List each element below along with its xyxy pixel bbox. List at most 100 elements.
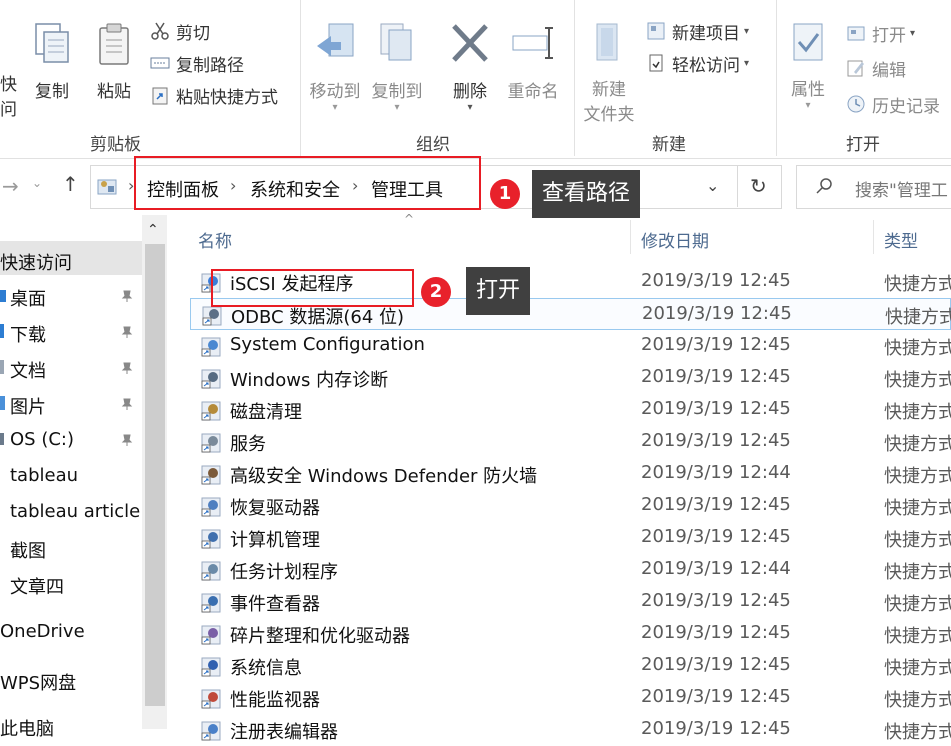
copy-path-button[interactable]: 复制路径 — [150, 49, 244, 77]
sidebar-item-pictures[interactable]: 图片 — [10, 393, 46, 419]
file-row[interactable]: System Configuration 2019/3/19 12:45 快捷方式 — [190, 330, 951, 362]
sidebar-item-tableau[interactable]: tableau — [10, 465, 78, 486]
file-row[interactable]: 性能监视器 2019/3/19 12:45 快捷方式 — [190, 682, 951, 714]
new-group-label: 新建 — [652, 135, 686, 155]
file-type: 快捷方式 — [884, 594, 951, 615]
properties-button[interactable]: 属性 ▾ — [784, 20, 832, 111]
file-row[interactable]: 磁盘清理 2019/3/19 12:45 快捷方式 — [190, 394, 951, 426]
ribbon-separator — [776, 0, 777, 156]
step-2-callout: 打开 — [466, 267, 531, 315]
copy-path-label: 复制路径 — [176, 55, 244, 76]
history-label: 历史记录 — [872, 96, 940, 117]
search-icon — [816, 178, 832, 194]
file-type: 快捷方式 — [884, 722, 951, 743]
ribbon-separator — [574, 0, 575, 156]
step-1-badge: 1 — [490, 179, 520, 209]
history-button[interactable]: 历史记录 — [846, 90, 940, 118]
file-name: 高级安全 Windows Defender 防火墙 — [230, 466, 538, 487]
file-row[interactable]: 服务 2019/3/19 12:45 快捷方式 — [190, 426, 951, 458]
file-name: 磁盘清理 — [230, 402, 302, 423]
file-type: 快捷方式 — [884, 402, 951, 423]
file-date: 2019/3/19 12:45 — [641, 622, 791, 643]
open-icon — [847, 26, 865, 41]
properties-label: 属性 — [791, 80, 825, 100]
file-date: 2019/3/19 12:45 — [641, 270, 791, 291]
file-name: Windows 内存诊断 — [230, 370, 389, 391]
column-separator[interactable] — [873, 220, 874, 254]
file-type: 快捷方式 — [884, 530, 951, 551]
file-type: 快捷方式 — [884, 498, 951, 519]
sidebar-item-desktop[interactable]: 桌面 — [10, 285, 46, 311]
new-item-button[interactable]: 新建项目 ▾ — [646, 17, 749, 45]
sidebar-item-os-drive[interactable]: OS (C:) — [10, 429, 74, 450]
rename-button[interactable]: 重命名 — [502, 20, 564, 102]
move-to-button[interactable]: 移动到 ▾ — [306, 20, 364, 113]
copy-to-button[interactable]: 复制到 ▾ — [368, 20, 426, 113]
sidebar-item-this-pc[interactable]: 此电脑 — [0, 715, 54, 741]
column-header-name[interactable]: 名称 — [198, 227, 232, 252]
cut-button[interactable]: 剪切 — [150, 17, 210, 45]
paste-button[interactable]: 粘贴 — [92, 22, 136, 102]
rename-icon — [512, 27, 553, 59]
shortcut-icon — [201, 465, 221, 485]
easy-access-button[interactable]: 轻松访问 ▾ — [646, 49, 749, 77]
sidebar-item-documents[interactable]: 文档 — [10, 357, 46, 383]
shortcut-icon — [201, 561, 221, 581]
file-name: 碎片整理和优化驱动器 — [230, 626, 410, 647]
scroll-up-arrow-icon[interactable]: ⌃ — [147, 222, 159, 238]
paste-shortcut-label: 粘贴快捷方式 — [176, 87, 278, 108]
file-row[interactable]: 注册表编辑器 2019/3/19 12:45 快捷方式 — [190, 714, 951, 746]
column-header-type[interactable]: 类型 — [884, 227, 918, 252]
refresh-icon[interactable]: ↻ — [750, 174, 767, 198]
file-row[interactable]: 任务计划程序 2019/3/19 12:44 快捷方式 — [190, 554, 951, 586]
forward-arrow-icon[interactable]: → — [2, 174, 19, 198]
file-type: 快捷方式 — [884, 658, 951, 679]
pin-icon — [121, 362, 133, 374]
sidebar-item-quick-access[interactable]: 快速访问 — [0, 249, 72, 275]
sidebar-item-tableau-article[interactable]: tableau article — [10, 501, 140, 522]
recent-locations-chevron-icon[interactable]: ⌄ — [32, 176, 42, 190]
up-arrow-icon[interactable]: ↑ — [62, 172, 79, 196]
open-button[interactable]: 打开 ▾ — [846, 19, 915, 47]
pin-icon — [121, 290, 133, 302]
file-row[interactable]: 系统信息 2019/3/19 12:45 快捷方式 — [190, 650, 951, 682]
scissors-icon — [151, 22, 169, 40]
file-row[interactable]: 计算机管理 2019/3/19 12:45 快捷方式 — [190, 522, 951, 554]
ribbon: 快 问 复制 粘贴 剪切 复制路径 粘贴快捷方式 剪贴板 移动到 ▾ 复制到 ▾… — [0, 0, 951, 159]
new-folder-button[interactable]: 新建 文件夹 — [580, 20, 638, 125]
sidebar-item-screenshots[interactable]: 截图 — [10, 537, 46, 563]
edit-label: 编辑 — [872, 60, 906, 81]
ribbon-separator — [300, 0, 301, 156]
shortcut-icon — [201, 721, 221, 741]
file-row[interactable]: 碎片整理和优化驱动器 2019/3/19 12:45 快捷方式 — [190, 618, 951, 650]
column-separator[interactable] — [630, 220, 631, 254]
column-header-date[interactable]: 修改日期 — [641, 227, 709, 252]
sidebar-item-article-four[interactable]: 文章四 — [10, 573, 64, 599]
quick-access-pin-partial[interactable]: 快 问 — [0, 70, 18, 120]
copy-label: 复制 — [35, 82, 69, 102]
history-icon — [847, 95, 865, 113]
copy-button[interactable]: 复制 — [30, 22, 74, 102]
file-row[interactable]: 高级安全 Windows Defender 防火墙 2019/3/19 12:44… — [190, 458, 951, 490]
download-icon — [0, 324, 4, 338]
sidebar-item-onedrive[interactable]: OneDrive — [0, 621, 85, 642]
file-row[interactable]: 恢复驱动器 2019/3/19 12:45 快捷方式 — [190, 490, 951, 522]
file-row[interactable]: Windows 内存诊断 2019/3/19 12:45 快捷方式 — [190, 362, 951, 394]
shortcut-icon — [201, 593, 221, 613]
control-panel-icon — [97, 179, 117, 195]
file-name: 计算机管理 — [230, 530, 320, 551]
address-dropdown-chevron-icon[interactable]: ⌄ — [706, 176, 719, 195]
file-date: 2019/3/19 12:44 — [641, 558, 791, 579]
sidebar-scrollbar-thumb[interactable] — [145, 244, 165, 706]
file-name: System Configuration — [230, 334, 425, 355]
quick-access-pin-label-1: 快 — [0, 75, 17, 95]
easy-access-icon — [649, 54, 663, 72]
sidebar-item-downloads[interactable]: 下载 — [10, 321, 46, 347]
pictures-icon — [0, 396, 5, 410]
edit-button[interactable]: 编辑 — [846, 54, 906, 82]
file-row[interactable]: 事件查看器 2019/3/19 12:45 快捷方式 — [190, 586, 951, 618]
file-type: 快捷方式 — [884, 626, 951, 647]
delete-button[interactable]: 删除 ▾ — [444, 20, 496, 113]
sidebar-item-wps-cloud[interactable]: WPS网盘 — [0, 669, 76, 695]
paste-shortcut-button[interactable]: 粘贴快捷方式 — [150, 81, 278, 109]
